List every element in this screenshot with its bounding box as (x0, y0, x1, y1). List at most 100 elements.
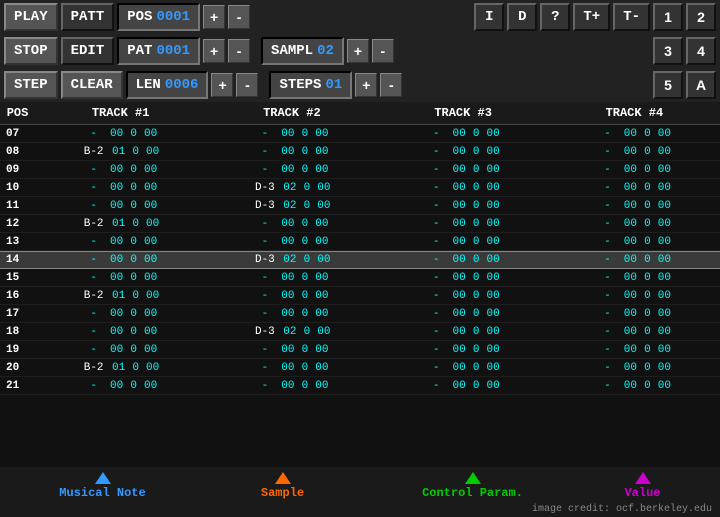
track4-cell[interactable]: -00000 (549, 252, 720, 268)
len-minus-button[interactable]: - (236, 73, 258, 97)
track2-cell[interactable]: -00000 (206, 287, 377, 304)
track4-cell[interactable]: -00000 (549, 305, 720, 322)
track3-cell[interactable]: -00000 (378, 305, 549, 322)
steps-minus-button[interactable]: - (380, 73, 402, 97)
track4-cell[interactable]: -00000 (549, 143, 720, 160)
track2-cell[interactable]: -00000 (206, 269, 377, 286)
track3-cell[interactable]: -00000 (378, 359, 549, 376)
track1-cell[interactable]: -00000 (35, 197, 206, 214)
pos-plus-button[interactable]: + (203, 5, 225, 29)
track1-cell[interactable]: B-201000 (35, 287, 206, 304)
stop-button[interactable]: STOP (4, 37, 58, 65)
table-row[interactable]: 20B-201000-00000-00000-00000 (0, 359, 720, 377)
track3-cell[interactable]: -00000 (378, 143, 549, 160)
sampl-minus-button[interactable]: - (372, 39, 394, 63)
table-row[interactable]: 07-00000-00000-00000-00000 (0, 125, 720, 143)
track4-cell[interactable]: -00000 (549, 287, 720, 304)
table-row[interactable]: 15-00000-00000-00000-00000 (0, 269, 720, 287)
tplus-button[interactable]: T+ (573, 3, 610, 31)
table-row[interactable]: 19-00000-00000-00000-00000 (0, 341, 720, 359)
track3-cell[interactable]: -00000 (378, 161, 549, 178)
track2-cell[interactable]: -00000 (206, 233, 377, 250)
track3-cell[interactable]: -00000 (378, 287, 549, 304)
track1-cell[interactable]: -00000 (35, 179, 206, 196)
track2-cell[interactable]: -00000 (206, 143, 377, 160)
pat-minus-button[interactable]: - (228, 39, 250, 63)
table-row[interactable]: 09-00000-00000-00000-00000 (0, 161, 720, 179)
track1-cell[interactable]: -00000 (35, 305, 206, 322)
track2-cell[interactable]: -00000 (206, 359, 377, 376)
track2-cell[interactable]: -00000 (206, 305, 377, 322)
track1-cell[interactable]: -00000 (35, 233, 206, 250)
track2-cell[interactable]: D-302000 (206, 252, 377, 268)
tminus-button[interactable]: T- (613, 3, 650, 31)
track4-cell[interactable]: -00000 (549, 215, 720, 232)
n4-button[interactable]: 4 (686, 37, 716, 65)
track4-cell[interactable]: -00000 (549, 197, 720, 214)
track1-cell[interactable]: -00000 (35, 269, 206, 286)
track1-cell[interactable]: -00000 (35, 377, 206, 394)
track4-cell[interactable]: -00000 (549, 161, 720, 178)
table-row[interactable]: 21-00000-00000-00000-00000 (0, 377, 720, 395)
patt-button[interactable]: PATT (61, 3, 115, 31)
track3-cell[interactable]: -00000 (378, 341, 549, 358)
i-button[interactable]: I (474, 3, 504, 31)
n5-button[interactable]: 5 (653, 71, 683, 99)
play-button[interactable]: PLAY (4, 3, 58, 31)
edit-button[interactable]: EDIT (61, 37, 115, 65)
track3-cell[interactable]: -00000 (378, 233, 549, 250)
table-row[interactable]: 10-00000D-302000-00000-00000 (0, 179, 720, 197)
len-plus-button[interactable]: + (211, 73, 233, 97)
table-row[interactable]: 14-00000D-302000-00000-00000 (0, 251, 720, 269)
track3-cell[interactable]: -00000 (378, 323, 549, 340)
track2-cell[interactable]: D-302000 (206, 323, 377, 340)
table-row[interactable]: 13-00000-00000-00000-00000 (0, 233, 720, 251)
track4-cell[interactable]: -00000 (549, 179, 720, 196)
track4-cell[interactable]: -00000 (549, 323, 720, 340)
clear-button[interactable]: CLEAR (61, 71, 123, 99)
track3-cell[interactable]: -00000 (378, 125, 549, 142)
table-row[interactable]: 08B-201000-00000-00000-00000 (0, 143, 720, 161)
track2-cell[interactable]: -00000 (206, 215, 377, 232)
sampl-plus-button[interactable]: + (347, 39, 369, 63)
table-row[interactable]: 17-00000-00000-00000-00000 (0, 305, 720, 323)
track1-cell[interactable]: -00000 (35, 323, 206, 340)
na-button[interactable]: A (686, 71, 716, 99)
steps-plus-button[interactable]: + (355, 73, 377, 97)
table-row[interactable]: 11-00000D-302000-00000-00000 (0, 197, 720, 215)
track4-cell[interactable]: -00000 (549, 125, 720, 142)
track3-cell[interactable]: -00000 (378, 215, 549, 232)
q-button[interactable]: ? (540, 3, 570, 31)
track1-cell[interactable]: B-201000 (35, 359, 206, 376)
step-button[interactable]: STEP (4, 71, 58, 99)
track3-cell[interactable]: -00000 (378, 179, 549, 196)
n1-button[interactable]: 1 (653, 3, 683, 31)
track1-cell[interactable]: B-201000 (35, 143, 206, 160)
track2-cell[interactable]: -00000 (206, 161, 377, 178)
d-button[interactable]: D (507, 3, 537, 31)
track3-cell[interactable]: -00000 (378, 269, 549, 286)
track1-cell[interactable]: -00000 (35, 161, 206, 178)
track1-cell[interactable]: -00000 (35, 125, 206, 142)
track4-cell[interactable]: -00000 (549, 377, 720, 394)
n2-button[interactable]: 2 (686, 3, 716, 31)
track4-cell[interactable]: -00000 (549, 269, 720, 286)
track2-cell[interactable]: -00000 (206, 341, 377, 358)
track3-cell[interactable]: -00000 (378, 252, 549, 268)
pat-plus-button[interactable]: + (203, 39, 225, 63)
track3-cell[interactable]: -00000 (378, 197, 549, 214)
track4-cell[interactable]: -00000 (549, 233, 720, 250)
table-row[interactable]: 16B-201000-00000-00000-00000 (0, 287, 720, 305)
track1-cell[interactable]: -00000 (35, 252, 206, 268)
track3-cell[interactable]: -00000 (378, 377, 549, 394)
n3-button[interactable]: 3 (653, 37, 683, 65)
track4-cell[interactable]: -00000 (549, 341, 720, 358)
track2-cell[interactable]: -00000 (206, 125, 377, 142)
track1-cell[interactable]: -00000 (35, 341, 206, 358)
pos-minus-button[interactable]: - (228, 5, 250, 29)
track1-cell[interactable]: B-201000 (35, 215, 206, 232)
track2-cell[interactable]: -00000 (206, 377, 377, 394)
table-row[interactable]: 18-00000D-302000-00000-00000 (0, 323, 720, 341)
table-row[interactable]: 12B-201000-00000-00000-00000 (0, 215, 720, 233)
track4-cell[interactable]: -00000 (549, 359, 720, 376)
